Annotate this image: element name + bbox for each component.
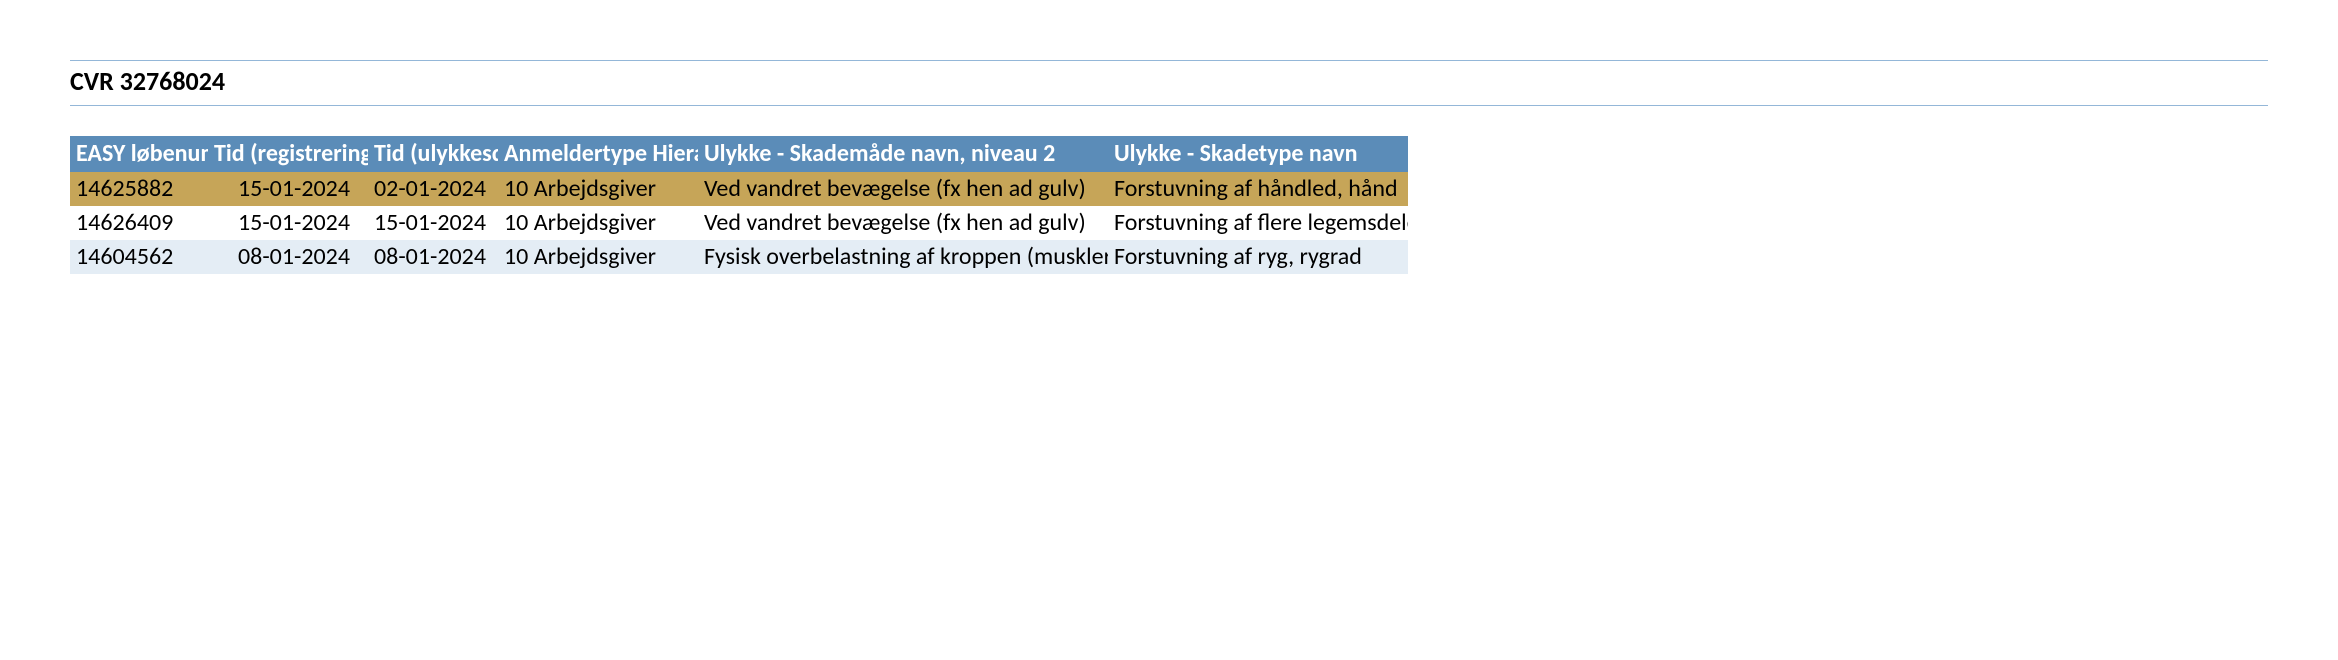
table-row: 14604562 08-01-2024 08-01-2024 10 Arbejd… [70, 240, 1408, 274]
cell-id: 14625882 [70, 172, 208, 206]
cell-reporter: 10 Arbejdsgiver [498, 206, 698, 240]
cell-regdate: 15-01-2024 [208, 206, 368, 240]
col-header-id: EASY løbenummer [70, 136, 208, 172]
table-body: 14625882 15-01-2024 02-01-2024 10 Arbejd… [70, 172, 1408, 274]
cell-regdate: 15-01-2024 [208, 172, 368, 206]
table-row: 14625882 15-01-2024 02-01-2024 10 Arbejd… [70, 172, 1408, 206]
col-header-regdate: Tid (registreringsdato) [208, 136, 368, 172]
col-header-injurytype: Ulykke - Skadetype navn [1108, 136, 1408, 172]
title-block: CVR 32768024 [70, 60, 2268, 106]
table-row: 14626409 15-01-2024 15-01-2024 10 Arbejd… [70, 206, 1408, 240]
cell-injurytype: Forstuvning af håndled, hånd [1108, 172, 1408, 206]
data-table: EASY løbenummer Tid (registreringsdato) … [70, 136, 1408, 274]
cell-accdate: 08-01-2024 [368, 240, 498, 274]
cell-injurymode: Fysisk overbelastning af kroppen (muskle… [698, 240, 1108, 274]
cell-accdate: 15-01-2024 [368, 206, 498, 240]
table-header-row: EASY løbenummer Tid (registreringsdato) … [70, 136, 1408, 172]
cell-injurytype: Forstuvning af ryg, rygrad [1108, 240, 1408, 274]
cell-injurytype: Forstuvning af flere legemsdele [1108, 206, 1408, 240]
cell-id: 14626409 [70, 206, 208, 240]
cell-regdate: 08-01-2024 [208, 240, 368, 274]
cell-injurymode: Ved vandret bevægelse (fx hen ad gulv) [698, 172, 1108, 206]
cell-id: 14604562 [70, 240, 208, 274]
cell-reporter: 10 Arbejdsgiver [498, 240, 698, 274]
col-header-injurymode: Ulykke - Skademåde navn, niveau 2 [698, 136, 1108, 172]
col-header-reporter: Anmeldertype Hierarki [498, 136, 698, 172]
col-header-accdate: Tid (ulykkesdato) [368, 136, 498, 172]
cell-accdate: 02-01-2024 [368, 172, 498, 206]
cell-reporter: 10 Arbejdsgiver [498, 172, 698, 206]
page-title: CVR 32768024 [70, 65, 225, 97]
cell-injurymode: Ved vandret bevægelse (fx hen ad gulv) [698, 206, 1108, 240]
